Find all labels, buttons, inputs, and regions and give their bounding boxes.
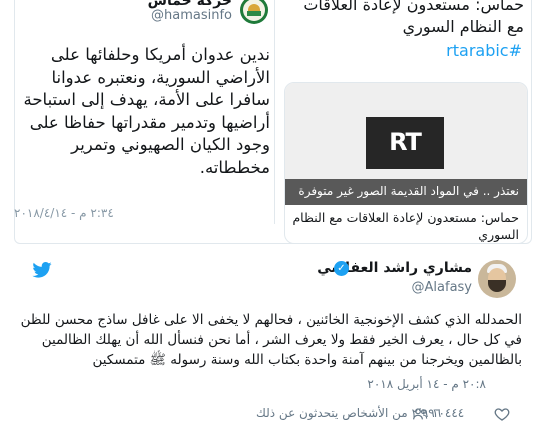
quoted-author-handle[interactable]: @hamasinfo <box>151 8 232 23</box>
link-preview-image: RT نعتذر .. في المواد القديمة الصور غير … <box>285 83 527 205</box>
tweet-time[interactable]: ٢٠:٨ م - ١٤ أبريل ٢٠١٨ <box>367 377 486 391</box>
talking-count: ٢٬٩٩٦ <box>411 406 442 420</box>
author-handle[interactable]: @Alafasy <box>412 280 472 295</box>
retweeted-headline: حماس: مستعدون لإعادة العلاقات مع النظام … <box>303 0 524 36</box>
hamas-avatar[interactable] <box>240 0 268 24</box>
hashtag-link[interactable]: #rtarabic <box>288 41 522 60</box>
quoted-tweet-time[interactable]: ٢:٣٤ م - ٢٠١٨/٤/١٤ <box>14 206 114 220</box>
twitter-bird-icon[interactable] <box>32 262 52 278</box>
link-preview-title: حماس: مستعدون لإعادة العلاقات مع النظام … <box>292 210 519 242</box>
talking-about-text[interactable]: ٢٬٩٩٦ من الأشخاص يتحدثون عن ذلك <box>256 406 441 420</box>
rt-logo-text: RT <box>389 128 422 156</box>
verified-badge-icon: ✓ <box>334 261 349 276</box>
image-caption: نعتذر .. في المواد القديمة الصور غير متو… <box>298 184 519 198</box>
talking-label: من الأشخاص يتحدثون عن ذلك <box>256 406 408 420</box>
tweet-action-bar: ١٠٤٤٤ ٢٬٩٩٦ من الأشخاص يتحدثون عن ذلك <box>250 404 518 424</box>
heart-icon[interactable] <box>494 406 510 422</box>
tweet-text: الحمدلله الذي كشف الإخونجية الخائنين ، ف… <box>20 312 522 368</box>
quoted-inner-tweet[interactable]: حركة حماس @hamasinfo ندين عدوان أمريكا و… <box>12 0 275 224</box>
link-preview-card[interactable]: RT نعتذر .. في المواد القديمة الصور غير … <box>284 82 528 244</box>
rt-logo: RT <box>366 117 444 169</box>
image-caption-bar: نعتذر .. في المواد القديمة الصور غير متو… <box>285 179 527 205</box>
author-avatar[interactable] <box>478 260 516 298</box>
quoted-tweet-text: ندين عدوان أمريكا وحلفائها على الأراضي ا… <box>23 45 271 177</box>
